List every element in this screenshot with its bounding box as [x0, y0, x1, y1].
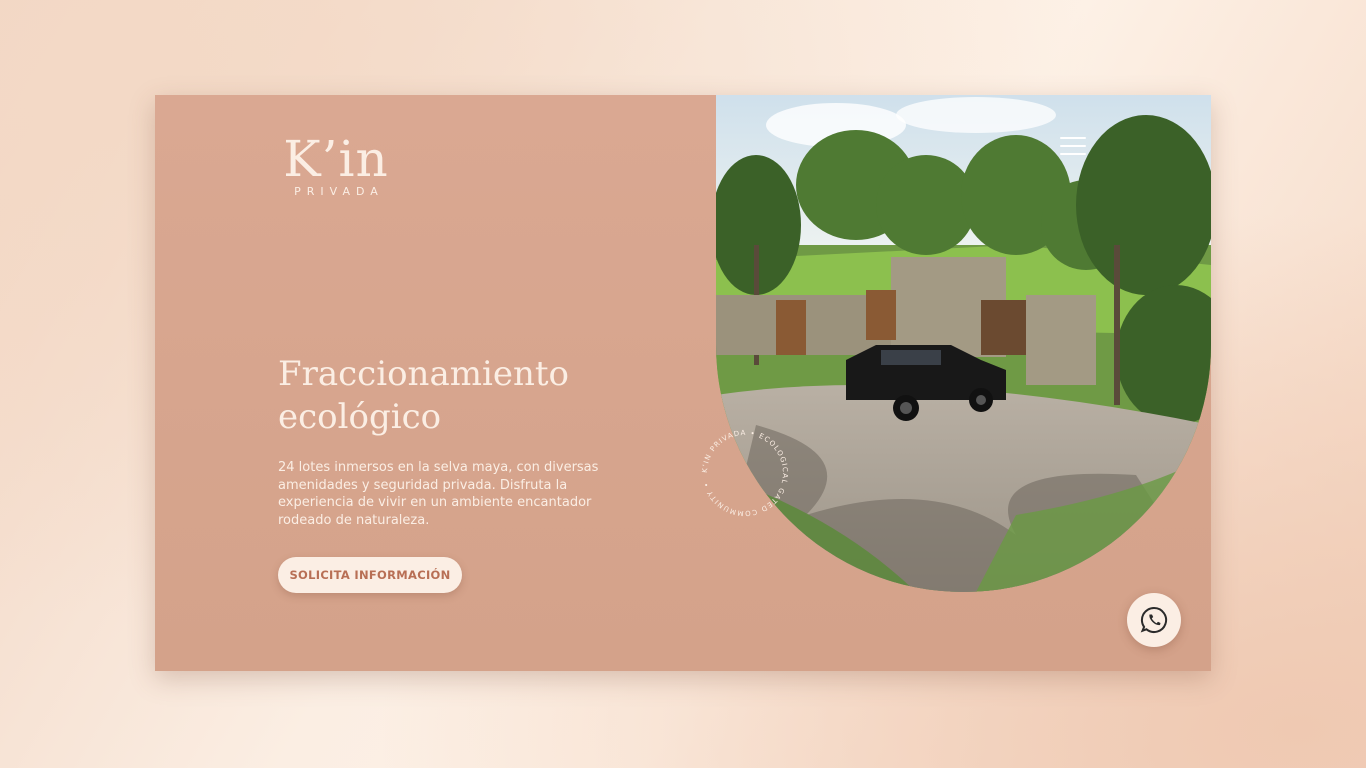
- svg-text:K’IN PRIVADA • ECOLOGICAL GATE: K’IN PRIVADA • ECOLOGICAL GATED COMMUNIT…: [701, 429, 789, 517]
- whatsapp-button[interactable]: [1127, 593, 1181, 647]
- hero-title-line2: ecológico: [278, 397, 442, 437]
- brand-name: K’in: [283, 130, 389, 188]
- hamburger-menu-icon[interactable]: [1058, 135, 1088, 157]
- brand-subtitle: PRIVADA: [294, 185, 384, 198]
- hero-title: Fraccionamiento ecológico: [278, 353, 678, 439]
- request-info-button[interactable]: SOLICITA INFORMACIÓN: [278, 557, 462, 593]
- menu-line: [1060, 153, 1086, 155]
- menu-line: [1060, 145, 1086, 147]
- whatsapp-icon: [1140, 606, 1168, 633]
- brand-logo[interactable]: K’in PRIVADA: [278, 131, 394, 198]
- menu-line: [1060, 137, 1086, 139]
- hero-section: K’in PRIVADA Fraccionamiento ecológico 2…: [155, 95, 1211, 671]
- community-stamp: K’IN PRIVADA • ECOLOGICAL GATED COMMUNIT…: [701, 429, 789, 517]
- stamp-text: K’IN PRIVADA • ECOLOGICAL GATED COMMUNIT…: [701, 429, 788, 517]
- hero-title-line1: Fraccionamiento: [278, 354, 569, 394]
- hero-description: 24 lotes inmersos en la selva maya, con …: [278, 460, 599, 528]
